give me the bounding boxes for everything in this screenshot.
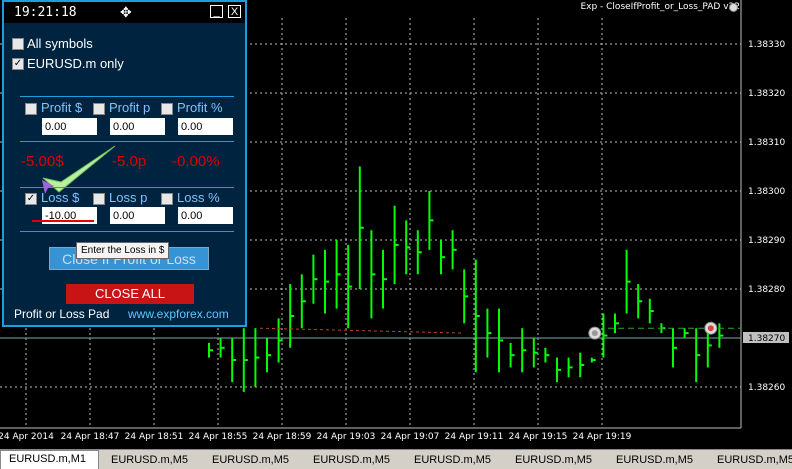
loss-percent-input[interactable] <box>178 207 233 224</box>
loss-percent-checkbox[interactable] <box>161 193 173 205</box>
profit-percent-label: Profit % <box>177 100 223 115</box>
footer-link[interactable]: www.expforex.com <box>128 307 229 321</box>
chart-tabs: EURUSD.m,M1 EURUSD.m,M5 EURUSD.m,M5 EURU… <box>0 449 792 469</box>
price-label: 1.38300 <box>748 187 785 197</box>
price-label: 1.38290 <box>748 236 785 246</box>
footer-name: Profit or Loss Pad <box>14 307 110 321</box>
current-price-label: 1.38270 <box>748 334 785 344</box>
profit-percent-input[interactable] <box>178 118 233 135</box>
loss-dollar-checkbox[interactable]: ✓ <box>25 193 37 205</box>
symbol-only-label: EURUSD.m only <box>27 56 124 71</box>
time-label: 24 Apr 19:07 <box>381 432 440 442</box>
price-label: 1.38280 <box>748 285 785 295</box>
close-panel-button[interactable]: X <box>228 5 241 18</box>
divider <box>20 231 234 232</box>
profit-points-label: Profit p <box>109 100 151 115</box>
time-label: 24 Apr 19:15 <box>509 432 568 442</box>
divider <box>20 96 234 97</box>
tab-chart-5[interactable]: EURUSD.m,M5 <box>406 452 504 468</box>
order-marker-center <box>707 325 714 332</box>
time-label: 24 Apr 18:59 <box>253 432 312 442</box>
tab-chart-1[interactable]: EURUSD.m,M1 <box>0 450 99 469</box>
time-label: 24 Apr 18:47 <box>61 432 120 442</box>
all-symbols-label: All symbols <box>27 36 93 51</box>
loss-points-label: Loss p <box>109 190 148 205</box>
time-label: 24 Apr 19:03 <box>317 432 376 442</box>
profit-points-input[interactable] <box>110 118 165 135</box>
crosshair-icon[interactable]: ✥ <box>120 4 132 21</box>
tab-chart-7[interactable]: EURUSD.m,M5 <box>608 452 706 468</box>
time-label: 24 Apr 18:55 <box>189 432 248 442</box>
profit-percent-checkbox[interactable] <box>161 103 173 115</box>
panel-titlebar[interactable]: 19:21:18 ✥ _ X <box>4 2 245 23</box>
loss-tooltip: Enter the Loss in $ <box>76 242 170 259</box>
price-label: 1.38330 <box>748 40 785 50</box>
tab-chart-2[interactable]: EURUSD.m,M5 <box>103 452 201 468</box>
minimize-button[interactable]: _ <box>210 5 223 18</box>
loss-percent-label: Loss % <box>177 190 220 205</box>
time-label: 24 Apr 2014 <box>0 432 54 442</box>
time-label: 24 Apr 19:19 <box>573 432 632 442</box>
tab-chart-3[interactable]: EURUSD.m,M5 <box>204 452 302 468</box>
close-all-button[interactable]: CLOSE ALL <box>66 284 194 304</box>
tab-chart-8[interactable]: EURUSD.m,M5 <box>709 452 792 468</box>
profit-loss-pad: 19:21:18 ✥ _ X All symbols ✓ EURUSD.m on… <box>2 0 247 327</box>
loss-points-input[interactable] <box>110 207 165 224</box>
price-label: 1.38260 <box>748 383 785 393</box>
profit-dollar-checkbox[interactable] <box>25 103 37 115</box>
server-time: 19:21:18 <box>14 5 77 20</box>
time-label: 24 Apr 18:51 <box>125 432 184 442</box>
loss-points-checkbox[interactable] <box>93 193 105 205</box>
tab-chart-4[interactable]: EURUSD.m,M5 <box>305 452 403 468</box>
profit-dollar-input[interactable] <box>42 118 97 135</box>
order-marker-center <box>591 330 598 337</box>
ea-title: Exp - CloseIfProfit_or_Loss_PAD v22 <box>580 2 740 12</box>
loss-dollar-label: Loss $ <box>41 190 80 205</box>
profit-dollar-label: Profit $ <box>41 100 83 115</box>
symbol-only-checkbox[interactable]: ✓ <box>12 58 24 70</box>
loss-underline <box>32 220 94 222</box>
ea-smiley-icon[interactable] <box>729 3 738 12</box>
price-label: 1.38320 <box>748 89 785 99</box>
profit-points-checkbox[interactable] <box>93 103 105 115</box>
price-label: 1.38310 <box>748 138 785 148</box>
tab-chart-6[interactable]: EURUSD.m,M5 <box>507 452 605 468</box>
current-profit-percent: -0.00% <box>172 153 220 170</box>
all-symbols-checkbox[interactable] <box>12 38 24 50</box>
time-label: 24 Apr 19:11 <box>445 432 504 442</box>
